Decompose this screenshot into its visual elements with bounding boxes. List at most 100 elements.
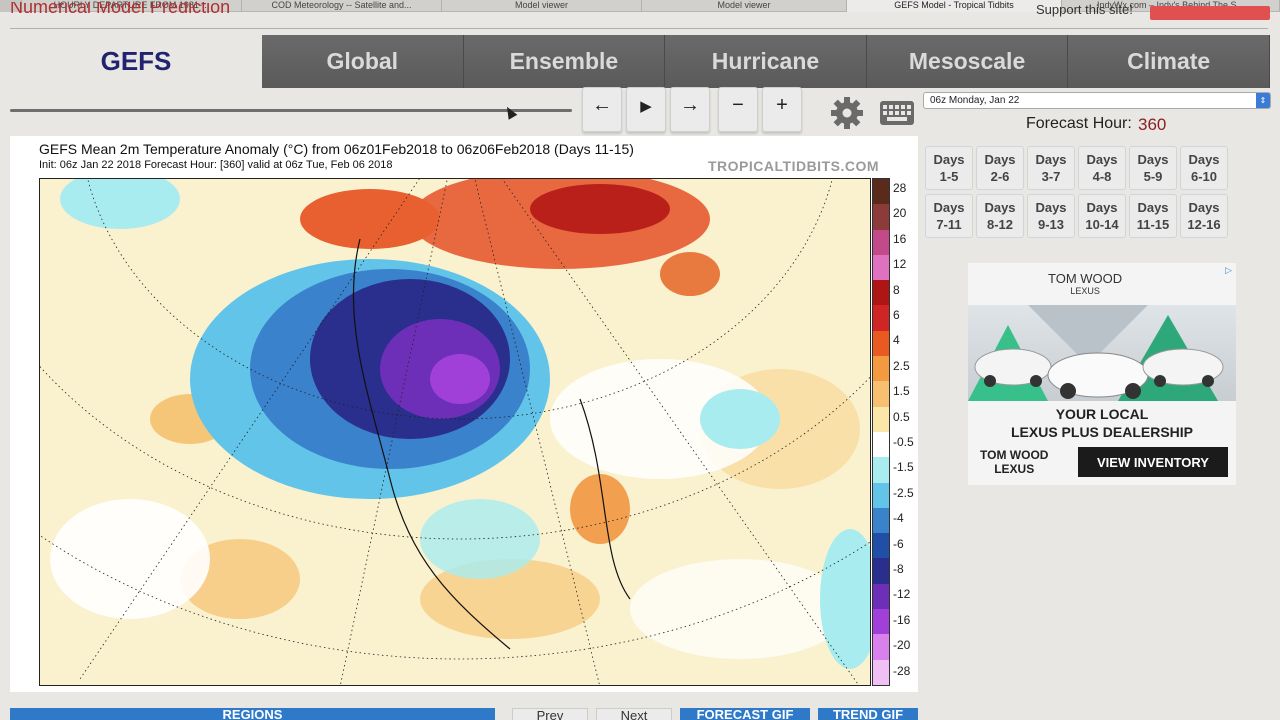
ad-brand-name: TOM WOOD (1048, 271, 1123, 286)
browser-tab[interactable]: Model viewer (442, 0, 642, 12)
colorbar-label: 2.5 (893, 358, 910, 373)
colorbar-label: -20 (893, 638, 911, 653)
days-button[interactable]: Days 3-7 (1027, 146, 1075, 190)
colorbar-swatch (873, 204, 889, 230)
play-button[interactable]: ▶ (626, 87, 666, 132)
colorbar-label: -2.5 (893, 485, 914, 500)
browser-tab-active[interactable]: GEFS Model - Tropical Tidbits (847, 0, 1062, 12)
colorbar-swatch (873, 406, 889, 432)
colorbar-label: 12 (893, 257, 907, 272)
colorbar-swatch (873, 305, 889, 331)
colorbar-label: -8 (893, 562, 904, 576)
prev-button[interactable]: Prev (512, 708, 588, 720)
ad-logo-line2: LEXUS (994, 462, 1035, 476)
colorbar-swatch (873, 609, 889, 635)
ad-brand-sub: LEXUS (1070, 286, 1100, 296)
days-button[interactable]: Days 5-9 (1129, 146, 1177, 190)
model-run-select[interactable]: 06z Monday, Jan 22 ⇕ (923, 92, 1271, 109)
support-link[interactable]: Support this site! (1036, 3, 1133, 17)
next-button[interactable]: Next (596, 708, 672, 720)
ad-headline: YOUR LOCAL LEXUS PLUS DEALERSHIP (968, 405, 1236, 441)
map-title: GEFS Mean 2m Temperature Anomaly (°C) fr… (39, 141, 634, 157)
nav-ensemble[interactable]: Ensemble (463, 35, 666, 88)
nav-global[interactable]: Global (262, 35, 464, 88)
colorbar-swatch (873, 431, 889, 458)
days-button[interactable]: Days 6-10 (1180, 146, 1228, 190)
colorbar-label: -28 (893, 663, 911, 678)
colorbar-swatch (873, 356, 889, 382)
colorbar-swatch (873, 229, 889, 255)
ad-car-image (968, 305, 1236, 401)
donate-button[interactable] (1150, 6, 1270, 20)
settings-gear-icon[interactable] (828, 94, 866, 132)
colorbar-label: -4 (893, 511, 904, 526)
nav-mesoscale[interactable]: Mesoscale (866, 35, 1069, 88)
watermark: TROPICALTIDBITS.COM (708, 158, 880, 174)
colorbar (872, 178, 890, 686)
colorbar-label: 16 (893, 231, 907, 246)
days-button[interactable]: Days 2-6 (976, 146, 1024, 190)
mouse-cursor (502, 104, 518, 120)
days-button[interactable]: Days 8-12 (976, 194, 1024, 238)
colorbar-label: 8 (893, 282, 900, 297)
forecast-slider[interactable] (10, 109, 572, 112)
colorbar-swatch (873, 558, 889, 584)
model-nav: GEFS Global Ensemble Hurricane Mesoscale… (10, 35, 1270, 88)
days-button[interactable]: Days 10-14 (1078, 194, 1126, 238)
temperature-anomaly-map[interactable] (39, 178, 871, 686)
colorbar-label: -0.5 (893, 435, 914, 449)
forecast-gif-button[interactable]: FORECAST GIF (680, 708, 810, 720)
regions-button[interactable]: REGIONS (10, 708, 495, 720)
ad-view-inventory-button[interactable]: VIEW INVENTORY (1078, 447, 1228, 477)
day-range-buttons: Days 1-5 Days 2-6 Days 3-7 Days 4-8 Days… (925, 146, 1235, 238)
days-button[interactable]: Days 7-11 (925, 194, 973, 238)
colorbar-label: 0.5 (893, 409, 910, 424)
ad-headline-line2: LEXUS PLUS DEALERSHIP (1010, 424, 1194, 440)
ad-headline-line1: YOUR LOCAL (1055, 406, 1149, 422)
colorbar-label: -1.5 (893, 460, 914, 475)
days-button[interactable]: Days 11-15 (1129, 194, 1177, 238)
current-model-label: GEFS (10, 35, 262, 88)
browser-tab[interactable]: COD Meteorology -- Satellite and... (242, 0, 442, 12)
forecast-hour-value: 360 (1138, 115, 1167, 134)
colorbar-label: 20 (893, 206, 907, 221)
nav-hurricane[interactable]: Hurricane (665, 35, 867, 88)
colorbar-swatch (873, 533, 889, 559)
days-button[interactable]: Days 1-5 (925, 146, 973, 190)
colorbar-swatch (873, 457, 889, 483)
colorbar-swatch (873, 330, 889, 357)
colorbar-swatch (873, 507, 889, 534)
days-button[interactable]: Days 4-8 (1078, 146, 1126, 190)
advertisement[interactable]: ▷ TOM WOOD LEXUS YOUR LOCAL LEXUS PLUS D… (968, 263, 1236, 485)
days-button[interactable]: Days 9-13 (1027, 194, 1075, 238)
colorbar-swatch (873, 482, 889, 508)
next-frame-button[interactable]: → (670, 87, 710, 132)
colorbar-swatch (873, 280, 889, 306)
browser-tab[interactable]: Model viewer (642, 0, 847, 12)
trend-gif-button[interactable]: TREND GIF (818, 708, 918, 720)
ad-brand: TOM WOOD LEXUS (1048, 271, 1122, 296)
colorbar-swatch (873, 583, 889, 610)
model-run-selected: 06z Monday, Jan 22 (930, 95, 1020, 106)
adchoices-icon[interactable]: ▷ (1225, 265, 1232, 276)
nav-climate[interactable]: Climate (1068, 35, 1270, 88)
zoom-in-button[interactable]: + (762, 87, 802, 132)
zoom-out-button[interactable]: − (718, 87, 758, 132)
keyboard-icon[interactable] (878, 94, 916, 132)
colorbar-swatch (873, 381, 889, 407)
colorbar-label: 6 (893, 308, 900, 322)
colorbar-label: 28 (893, 181, 907, 195)
colorbar-label: -6 (893, 536, 904, 551)
days-button[interactable]: Days 12-16 (1180, 194, 1228, 238)
forecast-hour-label: Forecast Hour: (1026, 115, 1132, 132)
colorbar-label: 4 (893, 333, 900, 348)
prev-frame-button[interactable]: ← (582, 87, 622, 132)
colorbar-swatch (873, 179, 889, 205)
map-subtitle: Init: 06z Jan 22 2018 Forecast Hour: [36… (39, 159, 393, 171)
divider (10, 28, 1268, 29)
chevron-down-icon: ⇕ (1256, 93, 1270, 108)
map-panel: GEFS Mean 2m Temperature Anomaly (°C) fr… (10, 136, 918, 692)
colorbar-label: 1.5 (893, 384, 910, 399)
colorbar-label: -12 (893, 587, 911, 602)
ad-logo-line1: TOM WOOD (980, 448, 1049, 462)
